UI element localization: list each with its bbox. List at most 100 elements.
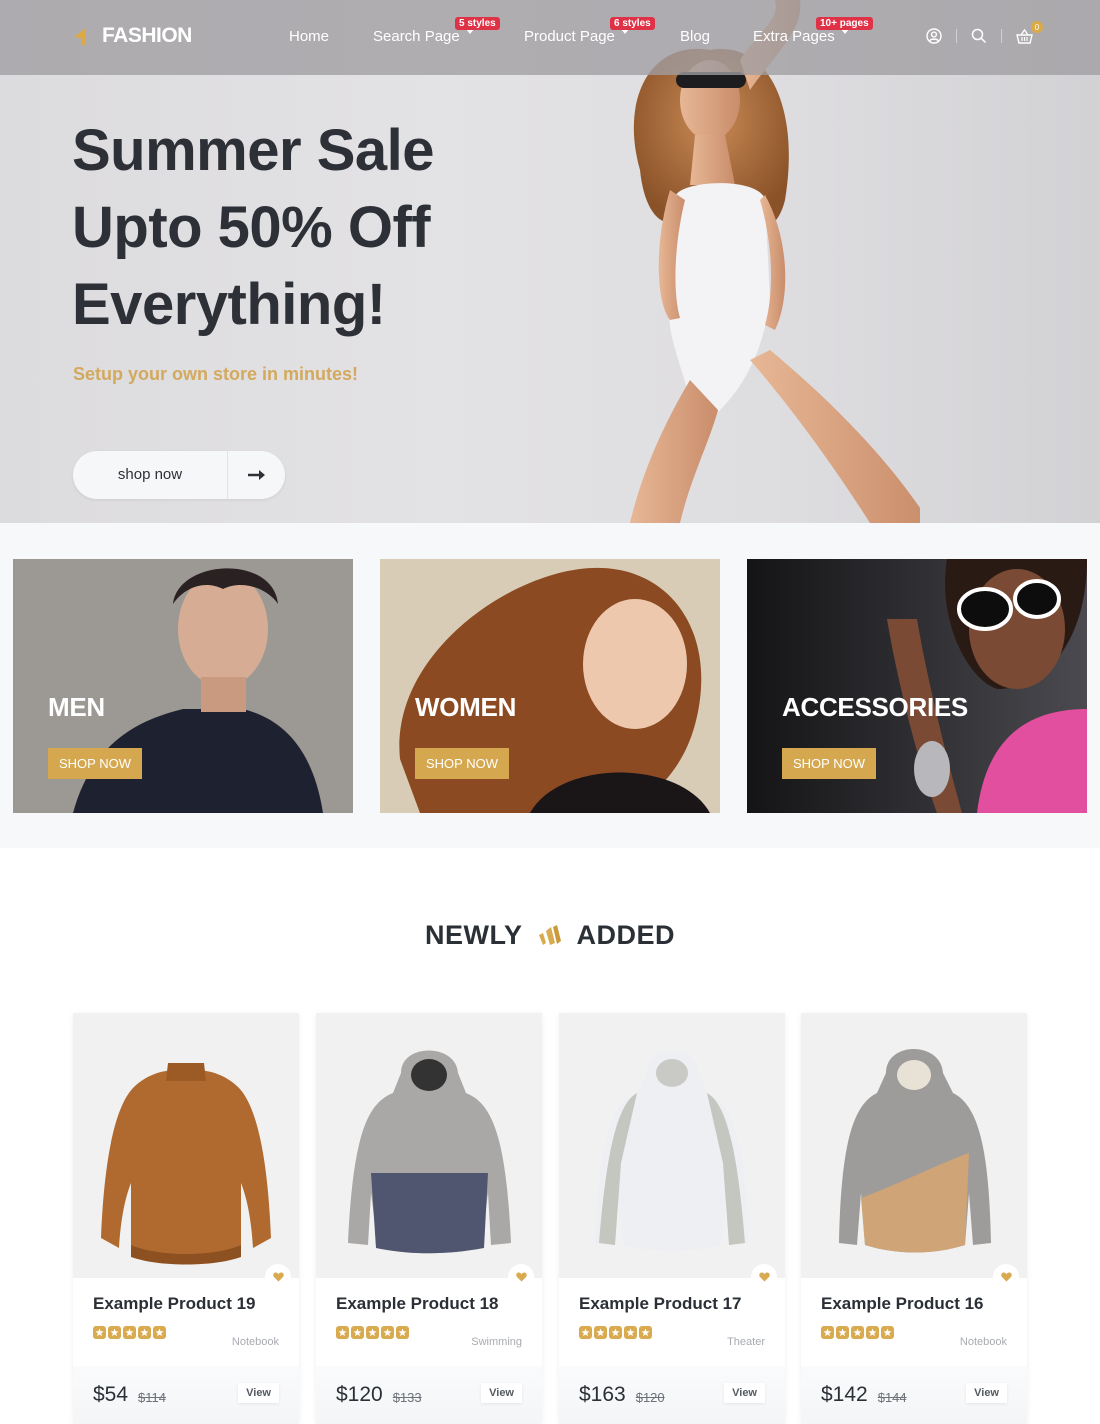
nav-product-page-label: Product Page [524,28,615,45]
cart-count-badge: 0 [1031,21,1043,33]
star-filled-icon [594,1326,607,1339]
star-filled-icon [396,1326,409,1339]
product-old-price: $120 [635,1389,665,1405]
nav-product-page[interactable]: Product Page 6 styles [524,17,655,45]
hero-shop-now-button[interactable]: shop now [73,451,285,499]
view-product-button[interactable]: View [966,1383,1007,1403]
star-filled-icon [336,1326,349,1339]
category-card-men[interactable]: MEN SHOP NOW [13,559,353,813]
nav-search-page-label: Search Page [373,28,460,45]
product-old-price: $144 [877,1389,907,1405]
hero-title-line: Everything! [72,272,386,337]
product-category: Swimming [471,1336,522,1348]
shop-now-label: shop now [73,451,228,499]
product-footer: $163 $120 View [559,1366,785,1424]
star-filled-icon [609,1326,622,1339]
product-image[interactable] [73,1013,299,1290]
hero-subtitle: Setup your own store in minutes! [73,364,359,384]
product-name[interactable]: Example Product 19 [93,1294,279,1314]
nav-home-label: Home [289,28,330,45]
category-shop-now-button[interactable]: SHOP NOW [782,748,876,779]
hero-model-image [630,0,920,523]
category-title: MEN [48,692,105,722]
nav-blog-label: Blog [680,28,711,45]
product-card[interactable]: Example Product 18 Swimming $120 $133 Vi… [316,1013,542,1424]
hero-banner: FASHION Home Search Page 5 styles Produc… [0,0,1100,523]
cart-icon [1015,28,1033,44]
heart-icon [515,1272,527,1282]
product-name[interactable]: Example Product 16 [821,1294,1007,1314]
product-image[interactable] [316,1013,542,1290]
star-filled-icon [881,1326,894,1339]
product-photo [595,1050,749,1251]
product-info: Example Product 16 Notebook [801,1278,1027,1366]
product-photo [348,1050,511,1254]
category-title: ACCESSORIES [782,692,968,722]
nav-icon-group: 0 [924,21,1043,46]
nav-search-page[interactable]: Search Page 5 styles [373,17,500,45]
heart-icon [272,1272,284,1282]
star-filled-icon [624,1326,637,1339]
star-filled-icon [639,1326,652,1339]
nav-home[interactable]: Home [289,28,329,45]
wishlist-button[interactable] [993,1264,1019,1290]
search-button[interactable] [969,26,989,46]
brand-logo[interactable]: FASHION [72,24,192,48]
nav-extra-pages[interactable]: Extra Pages 10+ pages [753,17,873,45]
view-product-button[interactable]: View [481,1383,522,1403]
divider [1001,29,1002,43]
cart-button[interactable]: 0 [1014,21,1043,46]
star-filled-icon [851,1326,864,1339]
top-navbar: FASHION Home Search Page 5 styles Produc… [0,0,1100,75]
wishlist-button[interactable] [751,1264,777,1290]
product-price: $142 [821,1383,868,1406]
product-price: $120 [336,1383,383,1406]
star-filled-icon [153,1326,166,1339]
star-filled-icon [366,1326,379,1339]
nav-extra-pages-label: Extra Pages [753,28,835,45]
star-filled-icon [123,1326,136,1339]
product-name[interactable]: Example Product 17 [579,1294,765,1314]
account-button[interactable] [924,26,944,46]
heart-icon [758,1272,770,1282]
product-price: $54 [93,1383,129,1406]
star-filled-icon [579,1326,592,1339]
category-shop-now-button[interactable]: SHOP NOW [48,748,142,779]
product-card[interactable]: Example Product 17 Theater $163 $120 Vie… [559,1013,785,1424]
star-filled-icon [93,1326,106,1339]
product-footer: $120 $133 View [316,1366,542,1424]
product-card[interactable]: Example Product 19 Notebook $54 $114 Vie… [73,1013,299,1424]
heart-icon [1000,1272,1012,1282]
hero-title: Summer Sale Upto 50% Off Everything! [72,112,435,343]
category-card-accessories[interactable]: ACCESSORIES SHOP NOW [747,559,1087,813]
divider [956,29,957,43]
star-filled-icon [351,1326,364,1339]
product-category: Notebook [959,1336,1007,1348]
view-product-button[interactable]: View [238,1383,279,1403]
product-photo [839,1049,991,1253]
nav-blog[interactable]: Blog [680,28,710,45]
brand-mark-icon [538,924,561,945]
product-card[interactable]: Example Product 16 Notebook $142 $144 Vi… [801,1013,1027,1424]
star-filled-icon [381,1326,394,1339]
product-info: Example Product 19 Notebook [73,1278,299,1366]
wishlist-button[interactable] [508,1264,534,1290]
category-shop-now-button[interactable]: SHOP NOW [415,748,509,779]
product-old-price: $114 [138,1389,167,1405]
brand-name: FASHION [102,24,192,47]
product-image[interactable] [801,1013,1027,1290]
logo-icon [74,28,86,45]
star-filled-icon [866,1326,879,1339]
category-card-women[interactable]: WOMEN SHOP NOW [380,559,720,813]
product-price: $163 [579,1383,626,1406]
product-info: Example Product 18 Swimming [316,1278,542,1366]
search-icon [971,28,987,44]
section-title-left: NEWLY [424,920,523,950]
wishlist-button[interactable] [265,1264,291,1290]
star-filled-icon [138,1326,151,1339]
hero-title-line: Summer Sale [72,118,435,183]
product-name[interactable]: Example Product 18 [336,1294,522,1314]
product-category: Notebook [231,1336,279,1348]
view-product-button[interactable]: View [724,1383,765,1403]
product-image[interactable] [559,1013,785,1290]
